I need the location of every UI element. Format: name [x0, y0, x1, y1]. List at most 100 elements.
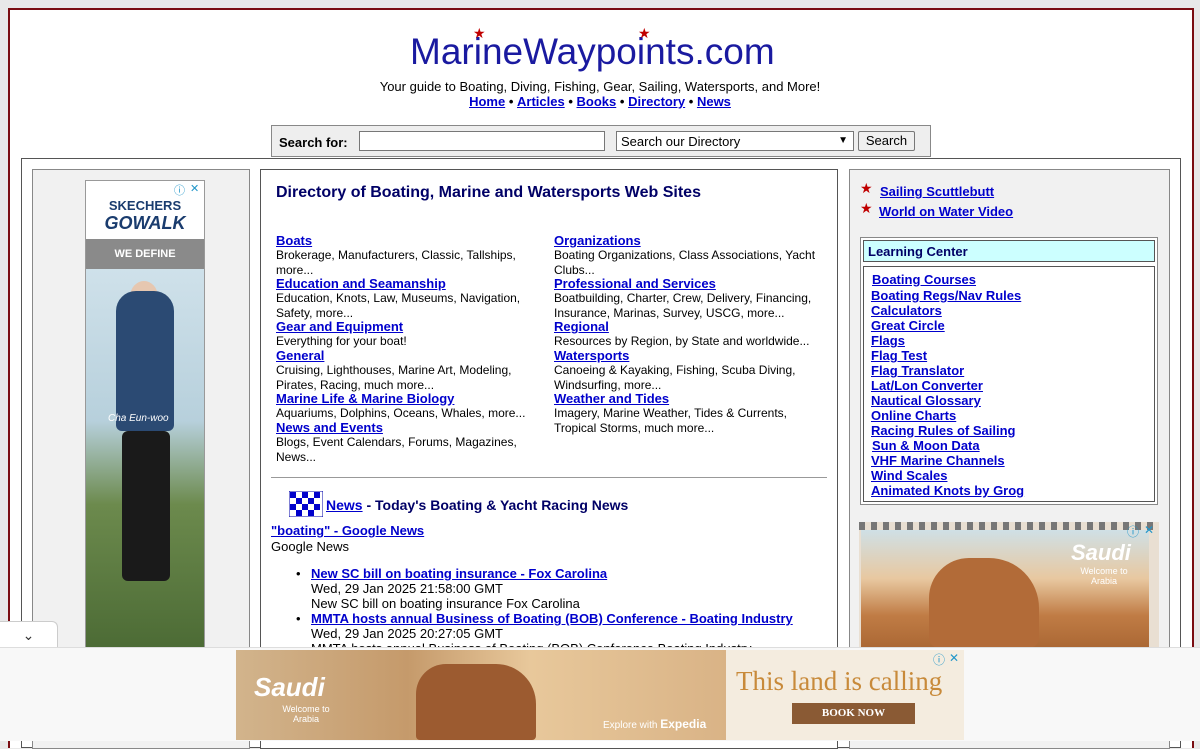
- lc-item-boating-regs[interactable]: Boating Regs/Nav Rules: [871, 288, 1021, 303]
- category-link-watersports[interactable]: Watersports: [554, 348, 629, 363]
- adchoices-icon[interactable]: ⓘ: [174, 182, 185, 198]
- category-link-marine-life[interactable]: Marine Life & Marine Biology: [276, 391, 454, 406]
- lc-item-latlon-converter[interactable]: Lat/Lon Converter: [871, 378, 983, 393]
- saudi-side-ad[interactable]: Saudi Welcome to Arabia ⓘ ✕: [859, 522, 1159, 652]
- news-item-link[interactable]: New SC bill on boating insurance - Fox C…: [311, 566, 607, 581]
- lc-item-flags[interactable]: Flags: [871, 333, 905, 348]
- category-link-weather[interactable]: Weather and Tides: [554, 391, 669, 406]
- lc-item-great-circle[interactable]: Great Circle: [871, 318, 945, 333]
- close-icon[interactable]: ✕: [190, 182, 199, 195]
- directory-category: Boats Brokerage, Manufacturers, Classic,…: [276, 233, 538, 277]
- collapse-ad-button[interactable]: ⌄: [0, 621, 58, 647]
- top-nav: Home • Articles • Books • Directory • Ne…: [0, 94, 1200, 109]
- bullet-icon: •: [296, 566, 301, 581]
- checkered-flag-icon: [289, 491, 323, 517]
- category-link-boats[interactable]: Boats: [276, 233, 312, 248]
- lc-item-boating-courses[interactable]: Boating Courses: [872, 272, 976, 287]
- lc-item-animated-knots[interactable]: Animated Knots by Grog: [871, 483, 1024, 498]
- lc-item-sun-moon[interactable]: Sun & Moon Data: [872, 438, 980, 453]
- saudi-banner-ad[interactable]: Saudi Welcome to Arabia Explore with Exp…: [236, 650, 964, 740]
- site-logo[interactable]: MarineWaypoints.com ★ ★: [410, 24, 790, 76]
- news-item-date: Wed, 29 Jan 2025 21:58:00 GMT: [311, 581, 503, 596]
- category-link-general[interactable]: General: [276, 348, 324, 363]
- directory-category: Marine Life & Marine Biology Aquariums, …: [276, 391, 538, 421]
- nav-separator: •: [688, 94, 694, 109]
- close-icon[interactable]: ✕: [1144, 523, 1154, 537]
- nav-separator: •: [619, 94, 625, 109]
- ad-headline: This land is calling: [736, 666, 943, 696]
- adchoices-icon[interactable]: ⓘ: [933, 651, 945, 668]
- skechers-ad[interactable]: ⓘ ✕ SKECHERS GOWALK WE DEFINE COMFORT Ch…: [85, 180, 205, 650]
- saudi-tagline: Welcome to Arabia: [1080, 566, 1128, 586]
- sailing-scuttlebutt-link[interactable]: Sailing Scuttlebutt: [880, 184, 994, 199]
- news-item-summary: New SC bill on boating insurance Fox Car…: [311, 596, 580, 611]
- category-link-education[interactable]: Education and Seamanship: [276, 276, 446, 291]
- lc-item-wind-scales[interactable]: Wind Scales: [871, 468, 947, 483]
- news-list: • New SC bill on boating insurance - Fox…: [296, 566, 793, 656]
- directory-category: Gear and Equipment Everything for your b…: [276, 319, 538, 349]
- lc-item-flag-translator[interactable]: Flag Translator: [871, 363, 964, 378]
- category-link-regional[interactable]: Regional: [554, 319, 609, 334]
- nav-books[interactable]: Books: [577, 94, 617, 109]
- ad-explore: Explore with Expedia: [603, 717, 706, 731]
- category-desc: Resources by Region, by State and worldw…: [554, 334, 810, 349]
- nav-directory[interactable]: Directory: [628, 94, 685, 109]
- ad-person-legs: [122, 431, 170, 581]
- tagline: Your guide to Boating, Diving, Fishing, …: [379, 79, 821, 94]
- news-item-link[interactable]: MMTA hosts annual Business of Boating (B…: [311, 611, 793, 626]
- category-desc: Boating Organizations, Class Association…: [554, 248, 816, 277]
- bullet-icon: •: [296, 611, 301, 626]
- category-link-organizations[interactable]: Organizations: [554, 233, 641, 248]
- category-desc: Boatbuilding, Charter, Crew, Delivery, F…: [554, 291, 812, 320]
- nav-separator: •: [568, 94, 573, 109]
- nav-news[interactable]: News: [697, 94, 731, 109]
- category-desc: Aquariums, Dolphins, Oceans, Whales, mor…: [276, 406, 526, 421]
- directory-title: Directory of Boating, Marine and Watersp…: [276, 184, 701, 201]
- list-item: • New SC bill on boating insurance - Fox…: [296, 566, 793, 611]
- lc-item-online-charts[interactable]: Online Charts: [871, 408, 956, 423]
- nav-articles[interactable]: Articles: [517, 94, 565, 109]
- search-label: Search for:: [279, 135, 348, 150]
- chevron-down-icon: ▼: [838, 135, 848, 146]
- news-heading-text: - Today's Boating & Yacht Racing News: [362, 497, 629, 513]
- saudi-logo: Saudi: [1071, 540, 1131, 565]
- lc-item-vhf-channels[interactable]: VHF Marine Channels: [871, 453, 1005, 468]
- star-icon: ★: [860, 180, 873, 196]
- search-scope-value: Search our Directory: [621, 134, 741, 149]
- category-link-news-events[interactable]: News and Events: [276, 420, 383, 435]
- lc-item-flag-test[interactable]: Flag Test: [871, 348, 927, 363]
- directory-category: Organizations Boating Organizations, Cla…: [554, 233, 816, 277]
- lc-item-calculators[interactable]: Calculators: [871, 303, 942, 318]
- ad-rock: [416, 664, 536, 740]
- google-news-link[interactable]: "boating" - Google News: [271, 523, 424, 538]
- search-scope-select[interactable]: Search our Directory ▼: [616, 131, 854, 151]
- adchoices-icon[interactable]: ⓘ: [1127, 523, 1139, 540]
- google-news-source: Google News: [271, 539, 350, 554]
- book-now-button[interactable]: BOOK NOW: [792, 703, 915, 724]
- search-bar: Search for: Search our Directory ▼ Searc…: [271, 125, 931, 157]
- directory-category: News and Events Blogs, Event Calendars, …: [276, 420, 538, 464]
- lc-item-racing-rules[interactable]: Racing Rules of Sailing: [871, 423, 1015, 438]
- category-desc: Blogs, Event Calendars, Forums, Magazine…: [276, 435, 517, 464]
- explore-text: Explore with: [603, 720, 658, 731]
- category-link-professional[interactable]: Professional and Services: [554, 276, 716, 291]
- category-link-gear[interactable]: Gear and Equipment: [276, 319, 403, 334]
- ad-slogan: WE DEFINE COMFORT: [86, 239, 204, 290]
- ad-rock: [929, 558, 1039, 648]
- directory-category: Weather and Tides Imagery, Marine Weathe…: [554, 391, 816, 435]
- directory-category: Education and Seamanship Education, Knot…: [276, 276, 538, 320]
- news-link[interactable]: News: [326, 497, 363, 513]
- saudi-tagline: Welcome to Arabia: [282, 704, 330, 724]
- lc-item-nautical-glossary[interactable]: Nautical Glossary: [871, 393, 981, 408]
- logo-star-icon: ★: [473, 25, 486, 41]
- news-heading: News - Today's Boating & Yacht Racing Ne…: [326, 497, 628, 513]
- search-button[interactable]: Search: [858, 131, 915, 151]
- ad-person-name: Cha Eun-woo: [108, 413, 169, 424]
- category-desc: Canoeing & Kayaking, Fishing, Scuba Divi…: [554, 363, 796, 392]
- world-on-water-link[interactable]: World on Water Video: [879, 204, 1013, 219]
- divider: [271, 477, 827, 478]
- nav-home[interactable]: Home: [469, 94, 505, 109]
- google-news-feed-title[interactable]: "boating" - Google News: [271, 523, 424, 538]
- search-input[interactable]: [359, 131, 605, 151]
- close-icon[interactable]: ✕: [949, 651, 959, 665]
